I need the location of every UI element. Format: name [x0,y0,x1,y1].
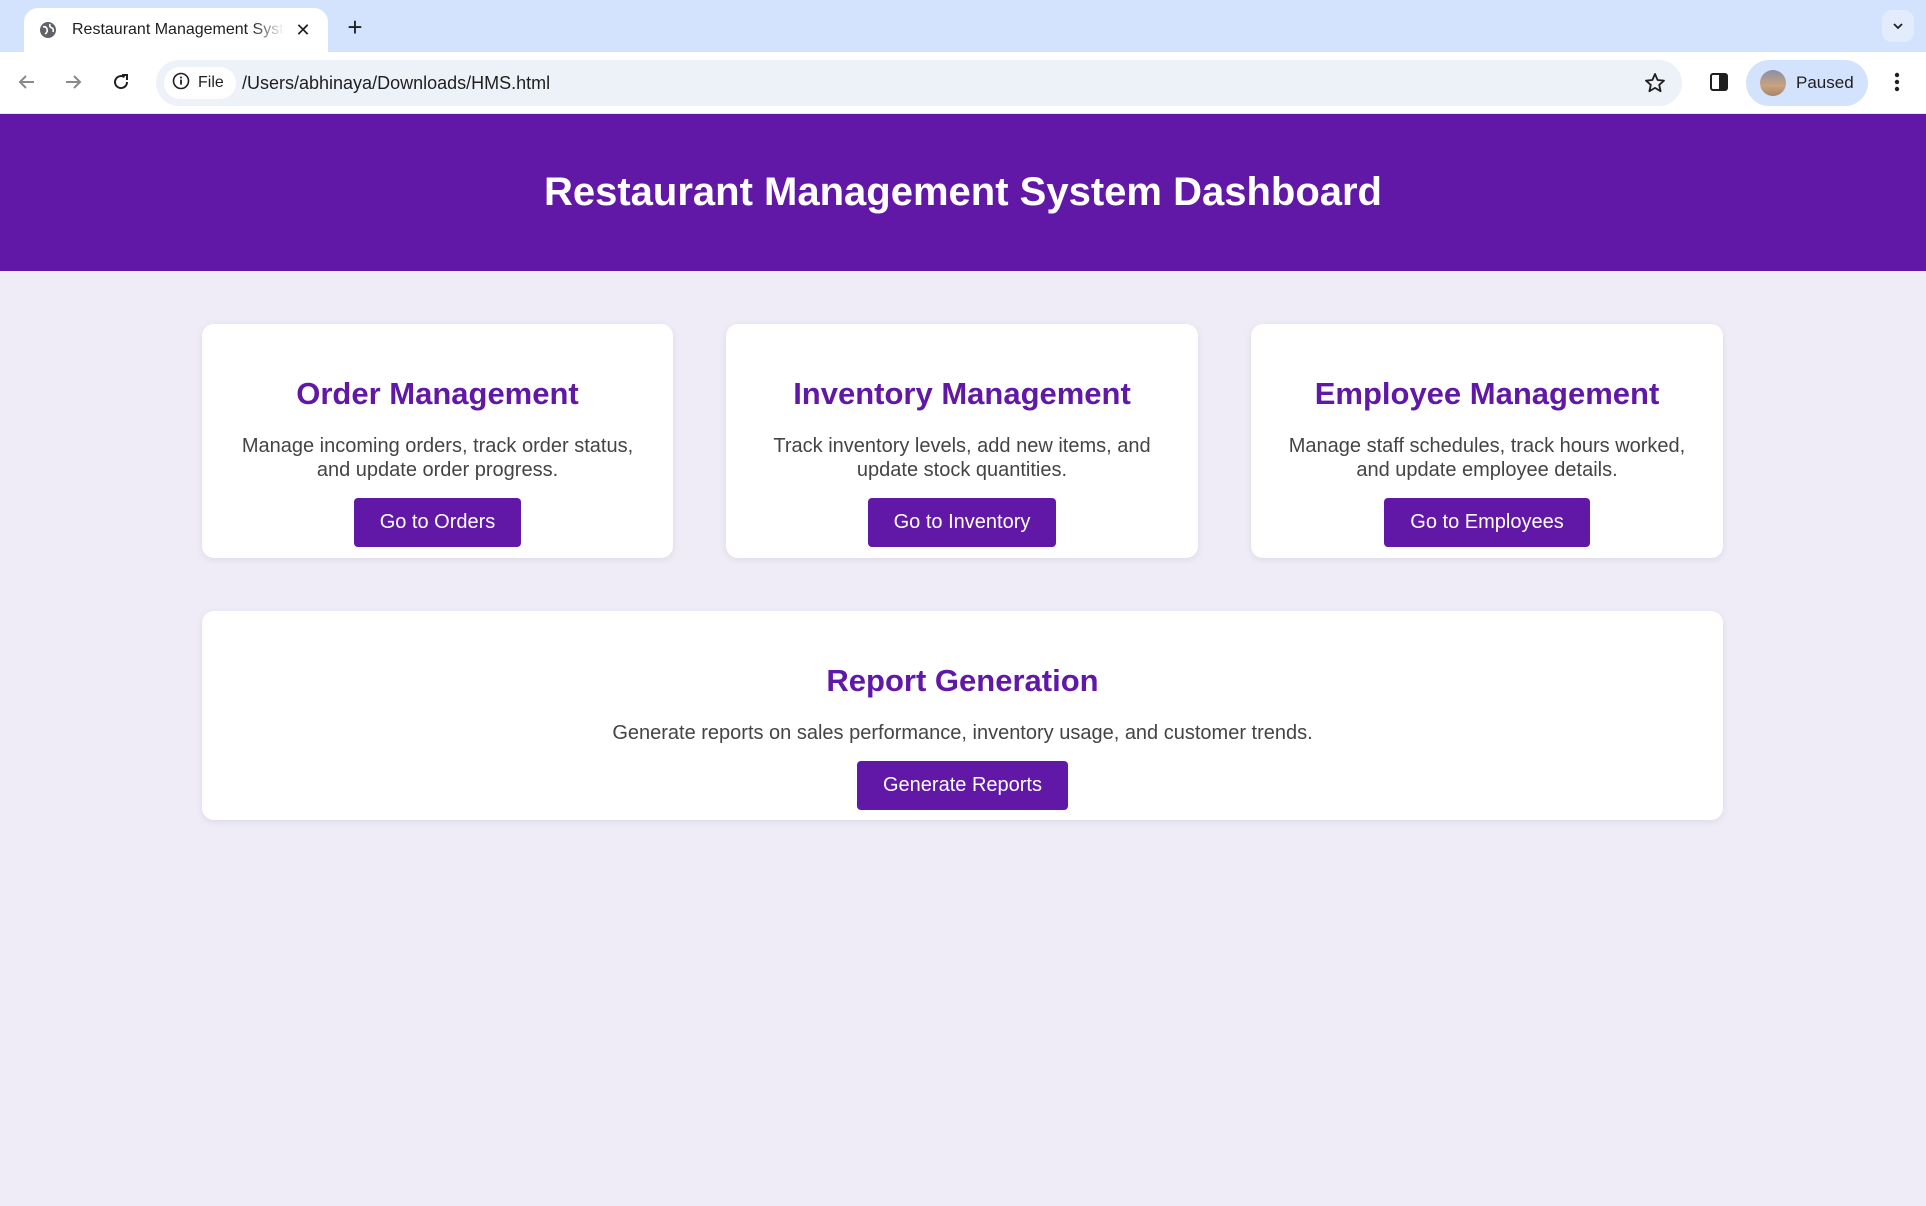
chevron-down-icon[interactable] [1882,10,1914,42]
page-header: Restaurant Management System Dashboard [0,114,1926,271]
url-text[interactable]: /Users/abhinaya/Downloads/HMS.html [242,73,550,94]
order-management-card: Order Management Manage incoming orders,… [202,324,673,558]
tab-strip: Restaurant Management System Dashboard ✕… [0,0,1926,52]
card-title: Inventory Management [793,376,1131,411]
card-title: Order Management [296,376,579,411]
tab-title: Restaurant Management System Dashboard [72,21,284,38]
card-description: Manage incoming orders, track order stat… [241,435,634,481]
globe-icon [38,20,58,40]
generate-reports-button[interactable]: Generate Reports [857,761,1068,810]
address-bar[interactable]: File /Users/abhinaya/Downloads/HMS.html [156,60,1682,106]
go-to-orders-button[interactable]: Go to Orders [353,498,522,547]
profile-button[interactable]: Paused [1746,60,1868,106]
card-description: Generate reports on sales performance, i… [612,722,1313,744]
card-description: Track inventory levels, add new items, a… [773,435,1151,481]
site-info-chip[interactable]: File [164,67,236,99]
card-title: Employee Management [1314,376,1660,411]
forward-arrow-icon[interactable] [56,65,90,99]
info-icon [172,72,190,95]
browser-tab[interactable]: Restaurant Management System Dashboard ✕ [24,8,328,52]
browser-toolbar: File /Users/abhinaya/Downloads/HMS.html … [0,52,1926,114]
back-arrow-icon[interactable] [10,65,44,99]
star-icon[interactable] [1642,70,1668,96]
site-chip-label: File [198,74,224,91]
plus-icon[interactable]: + [340,12,370,42]
close-icon[interactable]: ✕ [292,19,314,41]
card-title: Report Generation [826,663,1099,698]
page-title: Restaurant Management System Dashboard [543,170,1382,214]
kebab-menu-icon[interactable] [1880,65,1914,99]
reload-icon[interactable] [104,65,138,99]
card-description: Manage staff schedules, track hours work… [1288,435,1686,481]
go-to-employees-button[interactable]: Go to Employees [1384,498,1590,547]
inventory-management-card: Inventory Management Track inventory lev… [726,324,1198,558]
employee-management-card: Employee Management Manage staff schedul… [1251,324,1723,558]
go-to-inventory-button[interactable]: Go to Inventory [867,498,1057,547]
side-panel-icon[interactable] [1702,65,1736,99]
report-generation-card: Report Generation Generate reports on sa… [202,611,1723,820]
avatar [1760,70,1786,96]
profile-status: Paused [1796,73,1854,92]
